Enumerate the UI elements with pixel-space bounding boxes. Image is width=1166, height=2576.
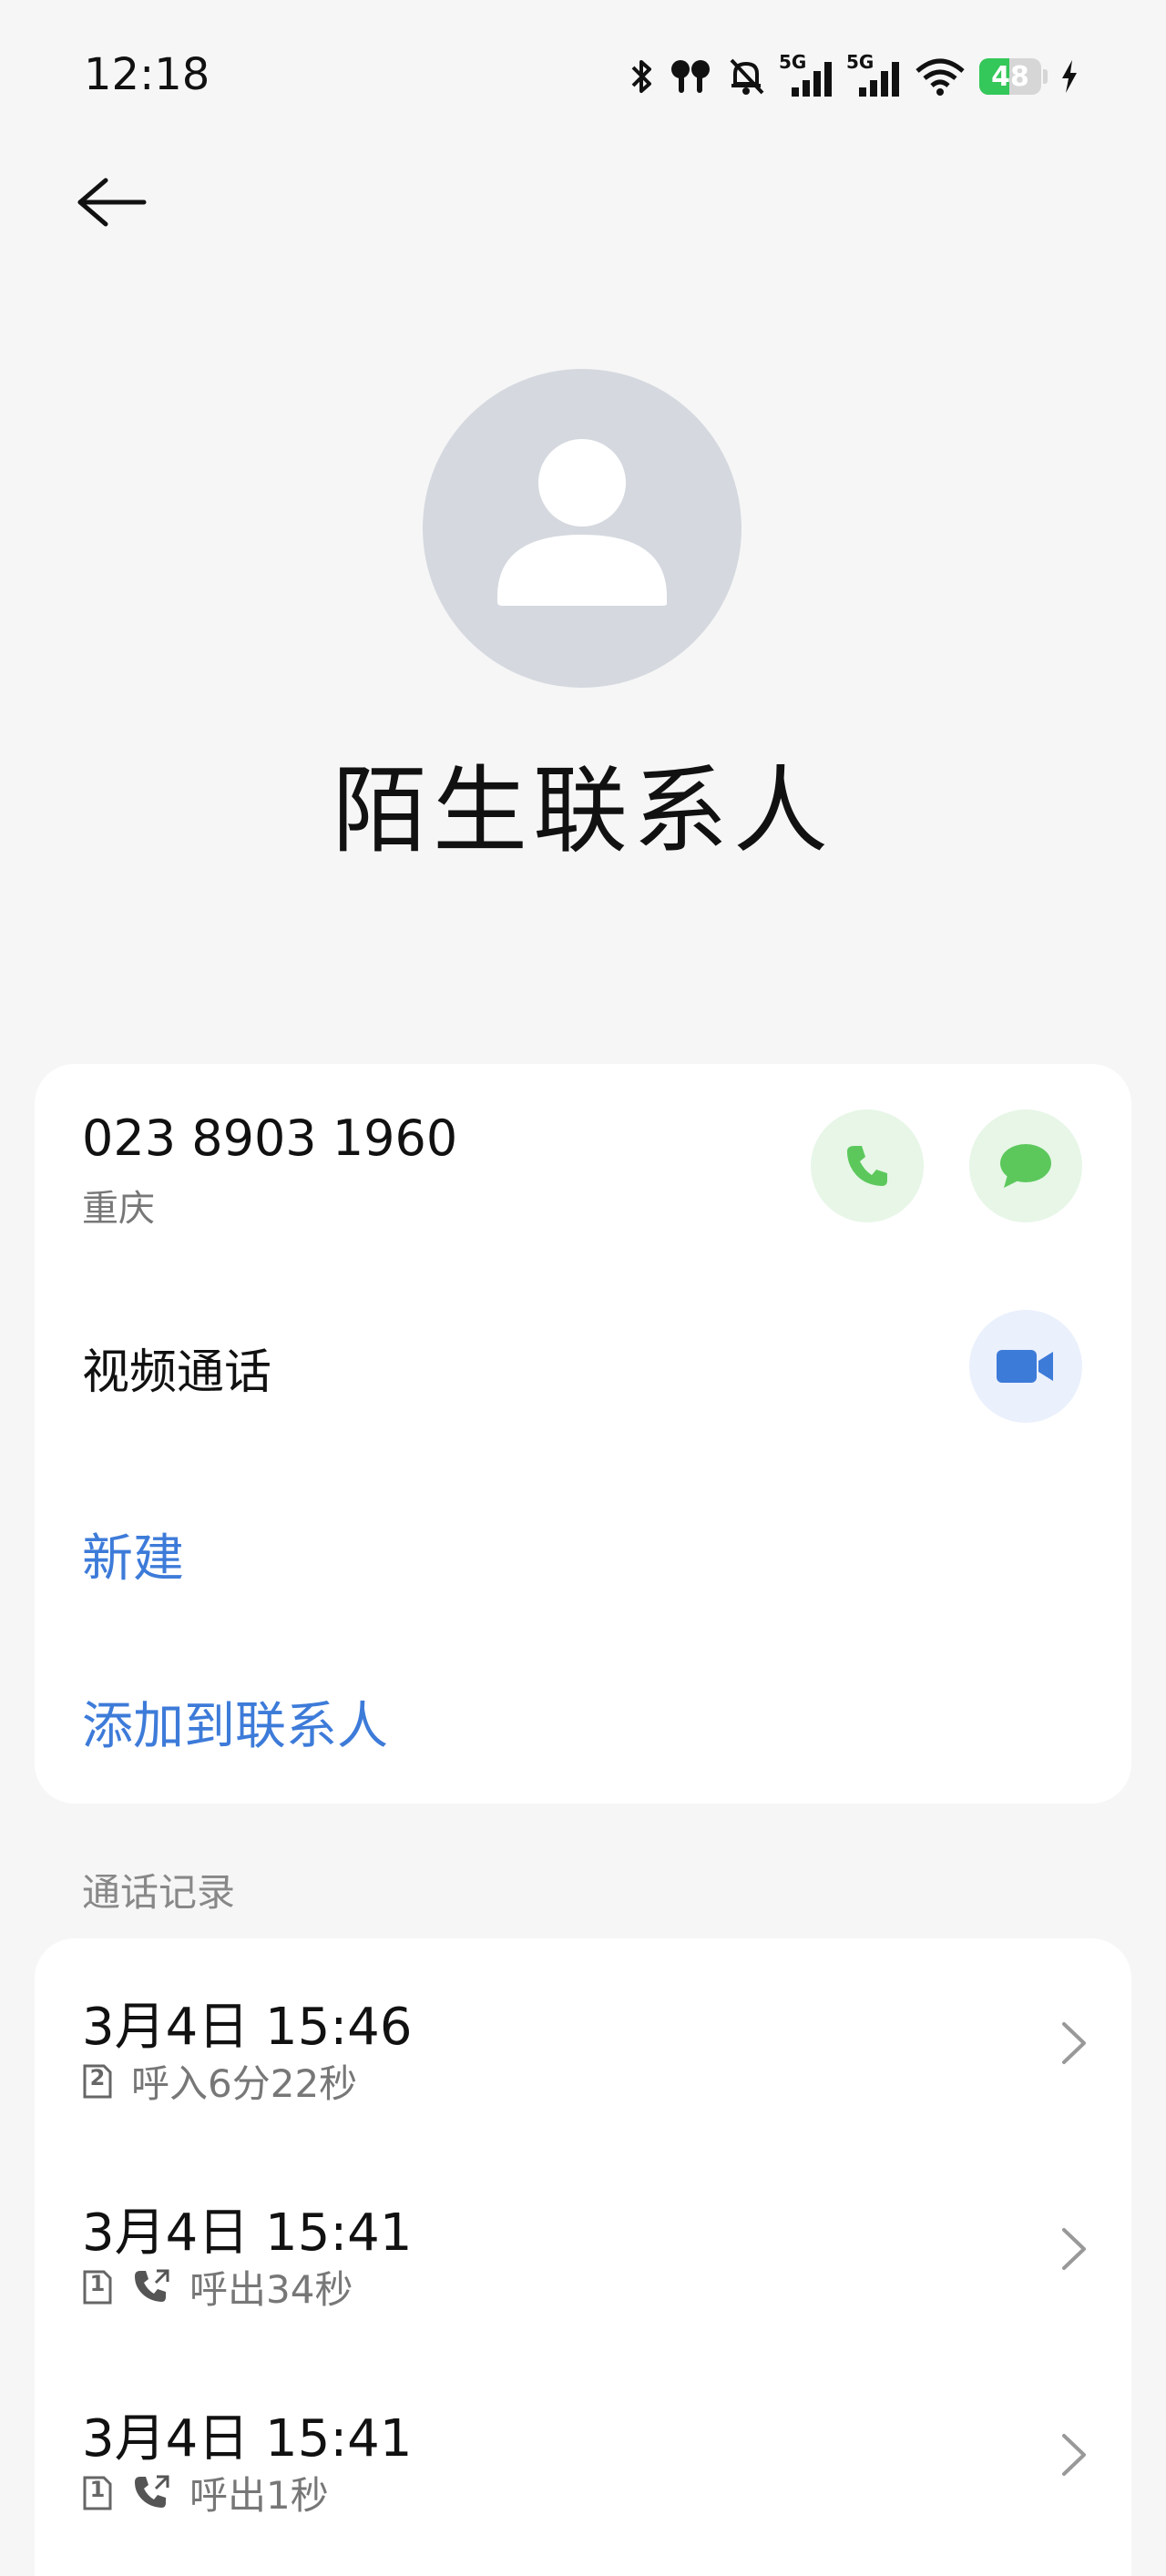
avatar xyxy=(423,369,742,688)
call-log-title: 通话记录 xyxy=(82,1870,236,1915)
chevron-right-icon xyxy=(1062,2022,1086,2064)
status-bar: 12:18 5G 5G 48 xyxy=(0,0,1166,155)
person-icon xyxy=(497,439,667,606)
chevron-right-icon xyxy=(1062,2228,1086,2270)
battery-icon: 48 xyxy=(979,58,1048,95)
chevron-right-icon xyxy=(1062,2434,1086,2476)
phone-location: 重庆 xyxy=(82,1188,155,1230)
sim-card-icon: 1 xyxy=(82,2475,113,2511)
wifi-icon xyxy=(915,58,965,96)
contact-name: 陌生联系人 xyxy=(332,755,834,866)
call-time: 3月4日 15:41 xyxy=(82,2409,413,2469)
call-time: 3月4日 15:46 xyxy=(82,1998,413,2057)
silent-bell-icon xyxy=(730,58,764,95)
arrow-left-icon xyxy=(77,178,147,227)
outgoing-call-icon xyxy=(135,2475,169,2508)
call-button[interactable] xyxy=(811,1109,924,1222)
sim-card-icon: 1 xyxy=(82,2269,113,2305)
video-camera-icon xyxy=(997,1350,1053,1383)
sim-number: 1 xyxy=(89,2476,106,2502)
add-to-contacts-link[interactable]: 添加到联系人 xyxy=(82,1685,388,1759)
bluetooth-icon xyxy=(631,60,651,93)
status-time: 12:18 xyxy=(84,49,210,100)
call-log-card: 3月4日 15:46 2 呼入6分22秒 3月4日 15:41 1 呼出34秒 … xyxy=(35,1938,1131,2576)
call-log-row[interactable]: 3月4日 15:41 1 呼出34秒 xyxy=(35,2144,1131,2350)
status-icons: 5G 5G 48 xyxy=(629,51,1079,102)
contact-actions-card: 023 8903 1960 重庆 视频通话 新建 添加到联系人 xyxy=(35,1064,1131,1804)
call-time: 3月4日 15:41 xyxy=(82,2203,413,2263)
call-log-row[interactable]: 3月4日 15:46 2 呼入6分22秒 xyxy=(35,1938,1131,2144)
earbuds-icon xyxy=(671,60,710,93)
video-call-label: 视频通话 xyxy=(82,1345,272,1400)
battery-level: 48 xyxy=(991,60,1029,93)
outgoing-call-icon xyxy=(135,2269,169,2302)
signal-5g-icon: 5G xyxy=(779,51,834,98)
back-button[interactable] xyxy=(75,166,162,239)
phone-icon xyxy=(847,1146,887,1186)
message-icon xyxy=(1000,1144,1051,1188)
call-duration: 呼出34秒 xyxy=(189,2267,353,2312)
sim-number: 1 xyxy=(89,2270,106,2296)
charging-icon xyxy=(1062,60,1077,93)
signal-5g-icon: 5G xyxy=(846,51,901,98)
call-details: 2 呼入6分22秒 xyxy=(82,2053,357,2109)
new-contact-link[interactable]: 新建 xyxy=(82,1518,184,1591)
call-log-row[interactable]: 3月4日 15:41 1 呼出1秒 xyxy=(35,2350,1131,2556)
call-duration: 呼出1秒 xyxy=(189,2473,329,2518)
video-call-button[interactable] xyxy=(969,1310,1082,1423)
call-duration: 呼入6分22秒 xyxy=(131,2061,358,2106)
sim-card-icon: 2 xyxy=(82,2063,113,2100)
call-details: 1 呼出34秒 xyxy=(82,2259,353,2315)
call-details: 1 呼出1秒 xyxy=(82,2465,329,2520)
phone-number[interactable]: 023 8903 1960 xyxy=(82,1109,457,1167)
sim-number: 2 xyxy=(89,2064,106,2090)
message-button[interactable] xyxy=(969,1109,1082,1222)
